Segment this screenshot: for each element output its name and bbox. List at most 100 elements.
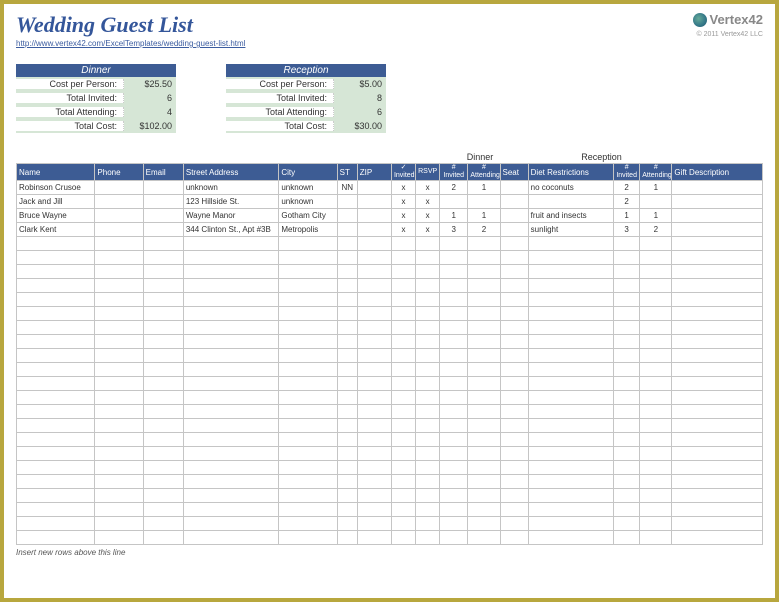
cell-empty[interactable] <box>391 293 415 307</box>
cell-empty[interactable] <box>17 489 95 503</box>
cell-empty[interactable] <box>468 405 500 419</box>
cell-empty[interactable] <box>391 279 415 293</box>
cell-empty[interactable] <box>440 279 468 293</box>
cell-empty[interactable] <box>500 405 528 419</box>
cell-empty[interactable] <box>500 433 528 447</box>
cell-empty[interactable] <box>183 237 279 251</box>
cell-empty[interactable] <box>337 279 357 293</box>
cell-empty[interactable] <box>391 237 415 251</box>
cell-empty[interactable] <box>337 363 357 377</box>
cell-empty[interactable] <box>17 349 95 363</box>
cell-email[interactable] <box>143 195 183 209</box>
cell-empty[interactable] <box>183 531 279 545</box>
cell-empty[interactable] <box>614 307 640 321</box>
cell-empty[interactable] <box>416 503 440 517</box>
cell-empty[interactable] <box>357 237 391 251</box>
cell-empty[interactable] <box>391 503 415 517</box>
cell-empty[interactable] <box>468 349 500 363</box>
cell-r_att[interactable]: 1 <box>640 181 672 195</box>
cell-empty[interactable] <box>614 377 640 391</box>
cell-empty[interactable] <box>468 237 500 251</box>
cell-empty[interactable] <box>640 489 672 503</box>
cell-empty[interactable] <box>672 447 763 461</box>
cell-empty[interactable] <box>17 307 95 321</box>
cell-empty[interactable] <box>416 475 440 489</box>
cell-empty[interactable] <box>468 475 500 489</box>
cell-empty[interactable] <box>528 307 613 321</box>
cell-empty[interactable] <box>640 517 672 531</box>
cell-empty[interactable] <box>143 447 183 461</box>
cell-empty[interactable] <box>279 321 337 335</box>
cell-empty[interactable] <box>17 293 95 307</box>
cell-empty[interactable] <box>614 349 640 363</box>
cell-empty[interactable] <box>17 363 95 377</box>
cell-empty[interactable] <box>357 433 391 447</box>
cell-empty[interactable] <box>528 531 613 545</box>
cell-empty[interactable] <box>183 405 279 419</box>
cell-empty[interactable] <box>640 377 672 391</box>
cell-empty[interactable] <box>17 517 95 531</box>
cell-st[interactable] <box>337 195 357 209</box>
cell-empty[interactable] <box>143 475 183 489</box>
cell-empty[interactable] <box>672 335 763 349</box>
cell-empty[interactable] <box>672 405 763 419</box>
cell-empty[interactable] <box>95 405 143 419</box>
cell-empty[interactable] <box>183 251 279 265</box>
cell-empty[interactable] <box>468 335 500 349</box>
cell-empty[interactable] <box>614 363 640 377</box>
cell-empty[interactable] <box>614 517 640 531</box>
cell-empty[interactable] <box>528 461 613 475</box>
cell-empty[interactable] <box>183 419 279 433</box>
cell-empty[interactable] <box>143 335 183 349</box>
cell-empty[interactable] <box>614 279 640 293</box>
cell-d_ninv[interactable] <box>440 195 468 209</box>
cell-empty[interactable] <box>391 419 415 433</box>
cell-empty[interactable] <box>357 363 391 377</box>
cell-seat[interactable] <box>500 181 528 195</box>
cell-empty[interactable] <box>528 377 613 391</box>
cell-empty[interactable] <box>416 349 440 363</box>
cell-empty[interactable] <box>183 503 279 517</box>
cell-empty[interactable] <box>416 363 440 377</box>
cell-empty[interactable] <box>672 489 763 503</box>
cell-empty[interactable] <box>143 251 183 265</box>
cell-empty[interactable] <box>391 405 415 419</box>
cell-empty[interactable] <box>357 419 391 433</box>
cell-empty[interactable] <box>183 461 279 475</box>
cell-empty[interactable] <box>500 251 528 265</box>
cell-empty[interactable] <box>614 251 640 265</box>
cell-empty[interactable] <box>95 489 143 503</box>
cell-empty[interactable] <box>468 447 500 461</box>
cell-empty[interactable] <box>143 405 183 419</box>
cell-r_inv[interactable]: 1 <box>614 209 640 223</box>
cell-empty[interactable] <box>95 363 143 377</box>
cell-empty[interactable] <box>357 475 391 489</box>
cell-empty[interactable] <box>672 391 763 405</box>
cell-empty[interactable] <box>143 531 183 545</box>
cell-empty[interactable] <box>468 517 500 531</box>
cell-empty[interactable] <box>440 321 468 335</box>
cell-empty[interactable] <box>468 377 500 391</box>
cell-empty[interactable] <box>337 517 357 531</box>
cell-empty[interactable] <box>17 433 95 447</box>
cell-empty[interactable] <box>391 475 415 489</box>
cell-empty[interactable] <box>391 335 415 349</box>
cell-empty[interactable] <box>416 391 440 405</box>
cell-empty[interactable] <box>672 251 763 265</box>
cell-gift[interactable] <box>672 195 763 209</box>
cell-empty[interactable] <box>614 489 640 503</box>
cell-empty[interactable] <box>279 461 337 475</box>
cell-empty[interactable] <box>416 419 440 433</box>
cell-empty[interactable] <box>279 335 337 349</box>
cell-empty[interactable] <box>672 461 763 475</box>
cell-empty[interactable] <box>500 517 528 531</box>
cell-empty[interactable] <box>337 321 357 335</box>
cell-empty[interactable] <box>337 433 357 447</box>
cell-empty[interactable] <box>95 335 143 349</box>
cell-empty[interactable] <box>614 391 640 405</box>
cell-empty[interactable] <box>440 475 468 489</box>
cell-empty[interactable] <box>640 307 672 321</box>
cell-empty[interactable] <box>17 447 95 461</box>
cell-street[interactable]: 123 Hillside St. <box>183 195 279 209</box>
cell-empty[interactable] <box>143 265 183 279</box>
